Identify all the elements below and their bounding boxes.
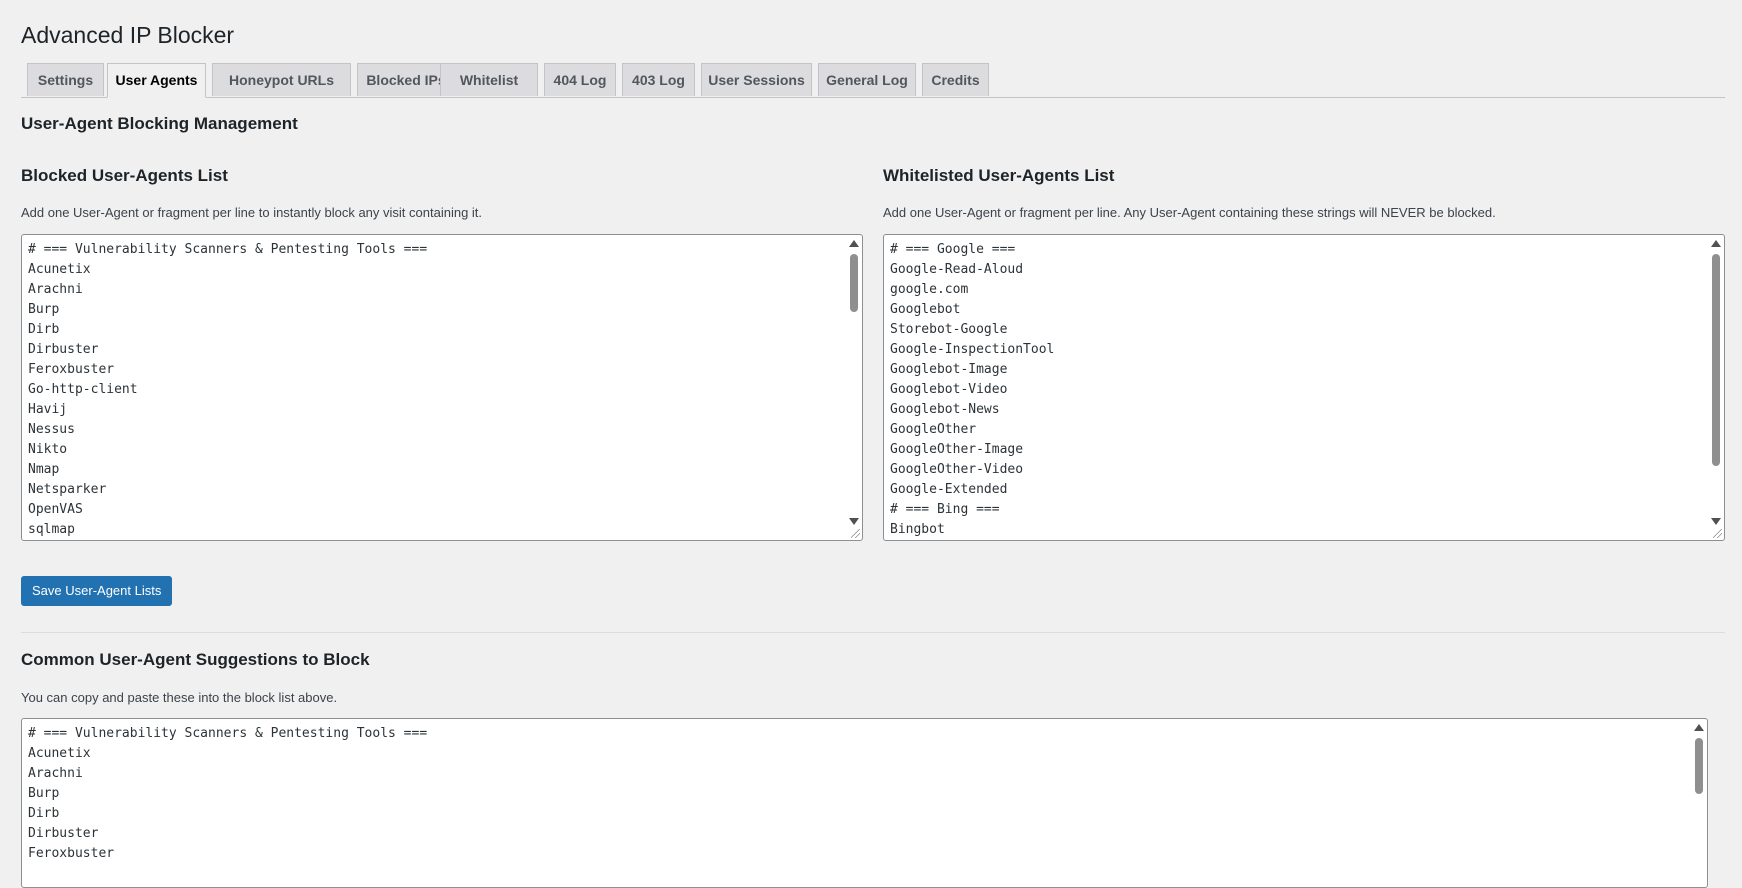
scroll-up-arrow-icon[interactable] xyxy=(1694,724,1704,731)
textarea-line: Googlebot-Video xyxy=(890,382,1008,397)
suggestions-textarea[interactable]: # === Vulnerability Scanners & Pentestin… xyxy=(21,718,1708,888)
textarea-line: Dirb xyxy=(28,806,60,821)
tab-honeypot-urls[interactable]: Honeypot URLs xyxy=(212,63,351,96)
textarea-line: google.com xyxy=(890,282,969,297)
scrollbar-thumb[interactable] xyxy=(850,254,858,312)
textarea-line: Bingbot xyxy=(890,522,945,537)
scrollbar[interactable] xyxy=(846,236,861,528)
textarea-line: # === Vulnerability Scanners & Pentestin… xyxy=(28,242,428,257)
textarea-line: Dirbuster xyxy=(28,342,99,357)
textarea-line: Google-InspectionTool xyxy=(890,342,1055,357)
page-title: Advanced IP Blocker xyxy=(21,22,235,48)
tab-general-log[interactable]: General Log xyxy=(818,63,916,96)
scrollbar-thumb[interactable] xyxy=(1712,254,1720,466)
textarea-line: GoogleOther xyxy=(890,422,977,437)
scroll-up-arrow-icon[interactable] xyxy=(1711,240,1721,247)
textarea-line: Feroxbuster xyxy=(28,846,115,861)
resize-grip-icon[interactable] xyxy=(851,529,860,538)
textarea-line: Storebot-Google xyxy=(890,322,1008,337)
resize-grip-icon[interactable] xyxy=(1713,529,1722,538)
textarea-line: # === Vulnerability Scanners & Pentestin… xyxy=(28,726,428,741)
textarea-line: Googlebot-News xyxy=(890,402,1000,417)
scroll-up-arrow-icon[interactable] xyxy=(849,240,859,247)
whitelist-title: Whitelisted User-Agents List xyxy=(883,166,1115,185)
tab-settings[interactable]: Settings xyxy=(27,63,104,96)
scrollbar[interactable] xyxy=(1691,720,1706,887)
textarea-line: Acunetix xyxy=(28,262,91,277)
tab-whitelist[interactable]: Whitelist xyxy=(440,63,538,96)
textarea-line: Burp xyxy=(28,786,60,801)
tab-user-agents[interactable]: User Agents xyxy=(107,63,206,98)
textarea-line: Dirbuster xyxy=(28,826,99,841)
textarea-line: Go-http-client xyxy=(28,382,138,397)
scrollbar-thumb[interactable] xyxy=(1695,738,1703,794)
blocked-lines: # === Vulnerability Scanners & Pentestin… xyxy=(28,240,842,540)
textarea-line: # === Bing === xyxy=(890,502,1000,517)
tab-404-log[interactable]: 404 Log xyxy=(544,63,616,96)
textarea-line: Nessus xyxy=(28,422,75,437)
tab-403-log[interactable]: 403 Log xyxy=(622,63,695,96)
blocked-user-agents-textarea[interactable]: # === Vulnerability Scanners & Pentestin… xyxy=(21,234,863,541)
blocked-list-description: Add one User-Agent or fragment per line … xyxy=(21,205,483,220)
divider xyxy=(21,632,1725,633)
suggestions-title: Common User-Agent Suggestions to Block xyxy=(21,650,370,669)
tab-bar: Settings User Agents Honeypot URLs Block… xyxy=(21,63,1725,98)
textarea-line: Googlebot xyxy=(890,302,961,317)
textarea-line: Havij xyxy=(28,402,68,417)
textarea-line: Googlebot-Image xyxy=(890,362,1008,377)
textarea-line: Burp xyxy=(28,302,60,317)
suggestion-lines: # === Vulnerability Scanners & Pentestin… xyxy=(28,724,1687,864)
section-title: User-Agent Blocking Management xyxy=(21,114,298,133)
tab-credits[interactable]: Credits xyxy=(922,63,989,96)
textarea-line: Google-Read-Aloud xyxy=(890,262,1024,277)
textarea-line: Nikto xyxy=(28,442,68,457)
textarea-line: Google-Extended xyxy=(890,482,1008,497)
blocked-list-title: Blocked User-Agents List xyxy=(21,166,228,185)
textarea-line: Feroxbuster xyxy=(28,362,115,377)
textarea-line: sqlmap xyxy=(28,522,75,537)
suggestions-description: You can copy and paste these into the bl… xyxy=(21,690,338,705)
textarea-line: Nmap xyxy=(28,462,60,477)
textarea-line: Arachni xyxy=(28,282,83,297)
tab-user-sessions[interactable]: User Sessions xyxy=(701,63,812,96)
textarea-line: Dirb xyxy=(28,322,60,337)
whitelist-lines: # === Google === Google-Read-Aloud google.… xyxy=(890,240,1704,540)
textarea-line: GoogleOther-Image xyxy=(890,442,1024,457)
scrollbar[interactable] xyxy=(1708,236,1723,528)
textarea-line: Arachni xyxy=(28,766,83,781)
save-user-agent-lists-button[interactable]: Save User-Agent Lists xyxy=(21,576,173,606)
textarea-line: # === Google === xyxy=(890,242,1016,257)
textarea-line: OpenVAS xyxy=(28,502,83,517)
textarea-line: Netsparker xyxy=(28,482,107,497)
whitelist-description: Add one User-Agent or fragment per line.… xyxy=(883,205,1496,220)
textarea-line: Acunetix xyxy=(28,746,91,761)
scroll-down-arrow-icon[interactable] xyxy=(849,518,859,525)
scroll-down-arrow-icon[interactable] xyxy=(1711,518,1721,525)
textarea-line: GoogleOther-Video xyxy=(890,462,1024,477)
whitelisted-user-agents-textarea[interactable]: # === Google === Google-Read-Aloud google.… xyxy=(883,234,1725,541)
